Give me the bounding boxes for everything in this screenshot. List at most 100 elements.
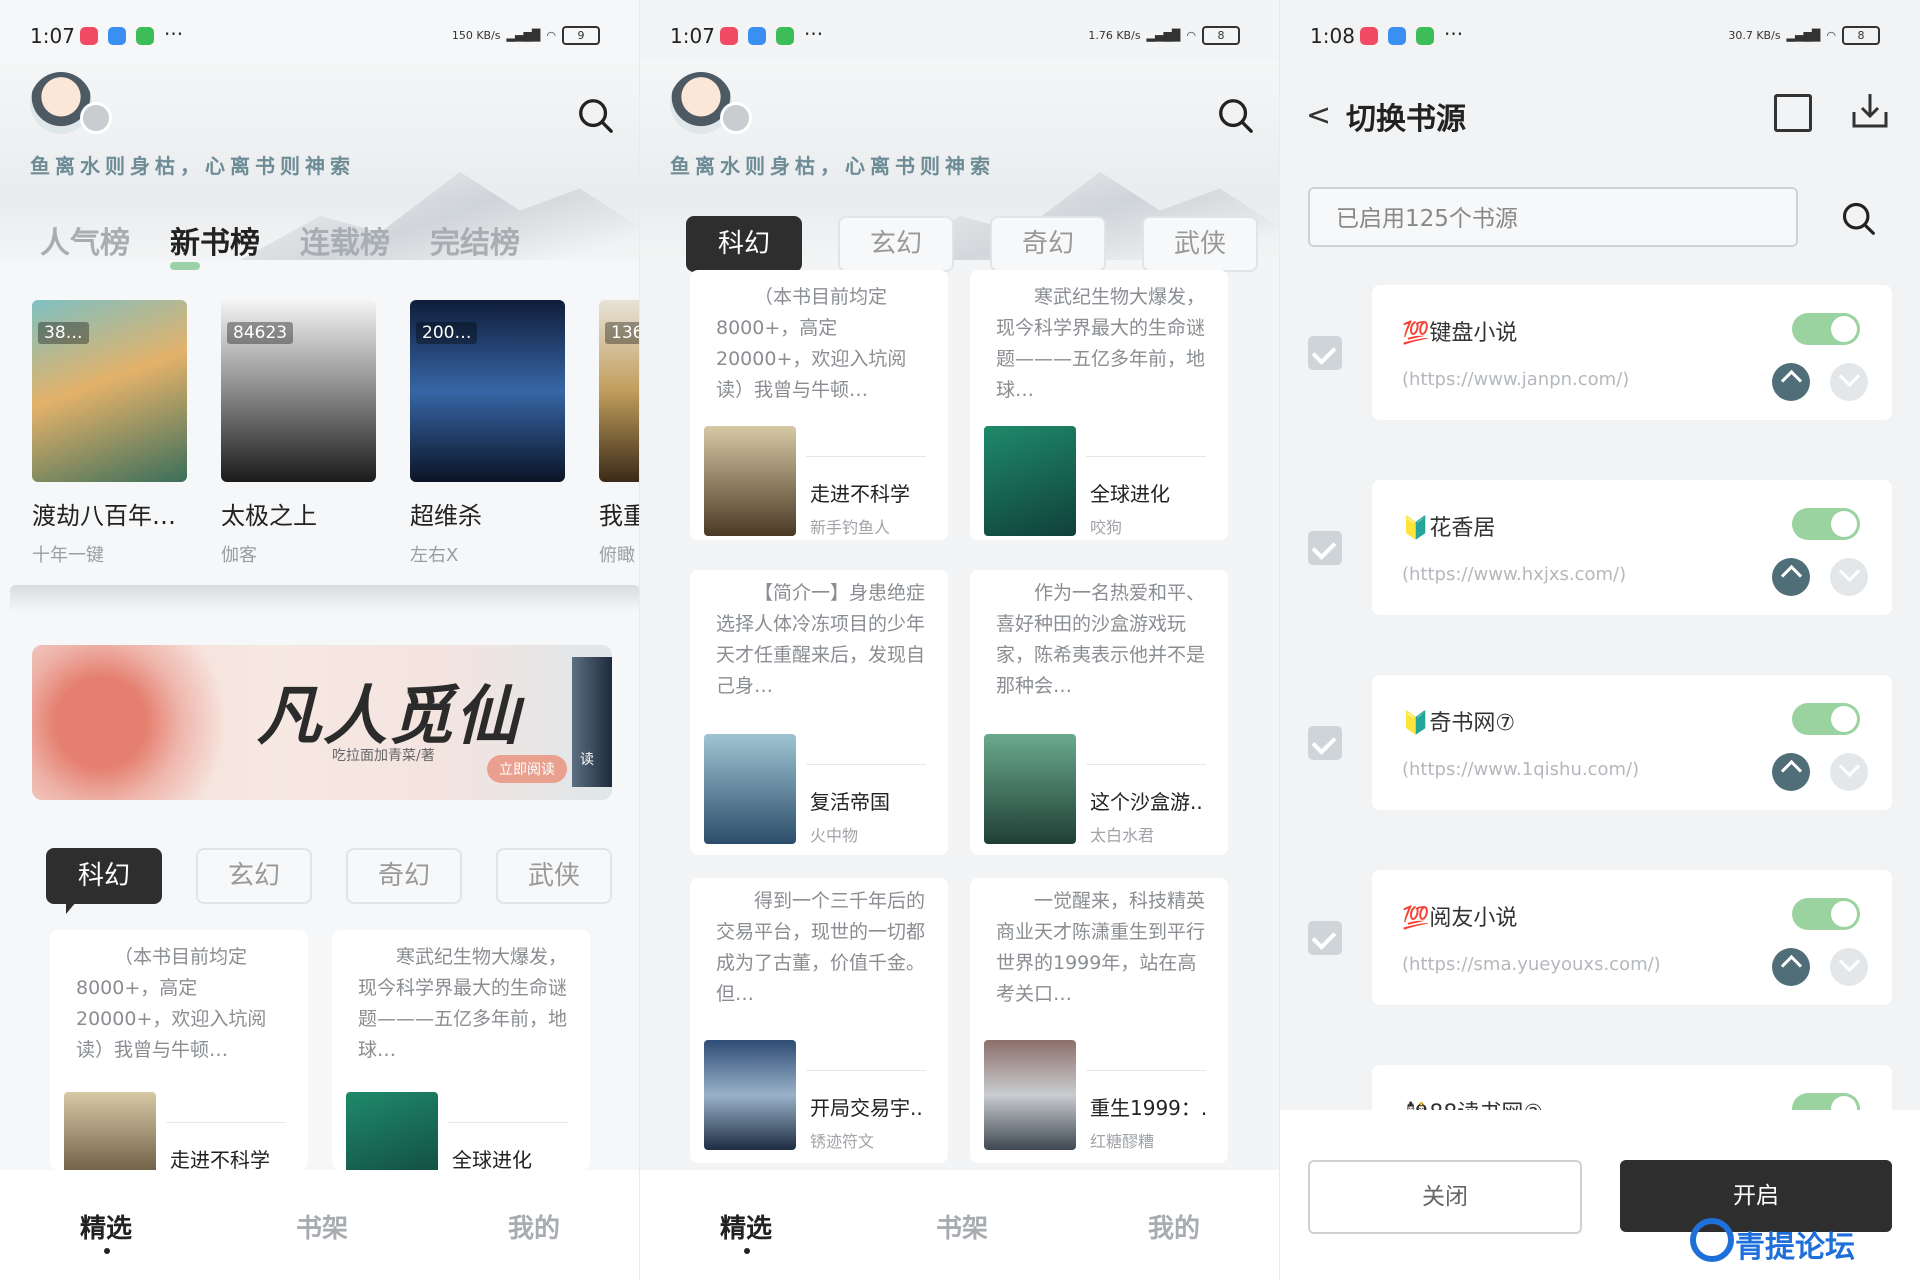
source-toggle[interactable] <box>1792 508 1860 540</box>
bottom-nav: 精选 书架 我的 <box>640 1170 1280 1280</box>
download-icon[interactable] <box>1850 90 1890 130</box>
back-icon[interactable]: < <box>1306 98 1331 133</box>
read-count: 200… <box>416 322 478 344</box>
move-down-icon[interactable] <box>1830 948 1868 986</box>
source-search-input[interactable]: 已启用125个书源 <box>1308 187 1798 247</box>
source-item[interactable]: 🔰花香居 (https://www.hxjxs.com/) <box>1372 480 1892 615</box>
source-toggle[interactable] <box>1792 313 1860 345</box>
source-badge: 💯 <box>1402 321 1430 346</box>
tab-wuxia[interactable]: 武侠 <box>496 848 612 904</box>
nav-bookshelf[interactable]: 书架 <box>296 1208 348 1245</box>
book-intro: 寒武纪生物大爆发，现今科学界最大的生命谜题———五亿多年前，地球… <box>996 286 1206 401</box>
move-up-icon[interactable] <box>1772 753 1810 791</box>
net-speed: 1.76 KB/s <box>1088 29 1141 42</box>
tab-completed[interactable]: 完结榜 <box>430 218 520 262</box>
book-card[interactable]: 一觉醒来，科技精英商业天才陈潇重生到平行世界的1999年，站在高考关口… 重生1… <box>970 878 1228 1163</box>
more-icon: ··· <box>164 22 184 46</box>
source-checkbox[interactable] <box>1308 531 1342 565</box>
search-icon[interactable] <box>576 96 614 134</box>
book-card[interactable]: 寒武纪生物大爆发，现今科学界最大的生命谜题———五亿多年前，地球… 全球进化 咬… <box>970 270 1228 540</box>
close-button[interactable]: 关闭 <box>1308 1160 1582 1234</box>
source-checkbox[interactable] <box>1308 336 1342 370</box>
tab-scifi[interactable]: 科幻 <box>686 216 802 282</box>
source-checkbox[interactable] <box>1308 726 1342 760</box>
book-card[interactable]: 寒武纪生物大爆发，现今科学界最大的生命谜题———五亿多年前，地球… 全球进化 <box>332 930 590 1202</box>
book-card[interactable]: （本书目前均定8000+，高定20000+，欢迎入坑阅读）我曾与牛顿… 走进不科… <box>690 270 948 540</box>
notification-icon <box>720 27 738 45</box>
tab-new-books[interactable]: 新书榜 <box>170 218 260 270</box>
status-bar: 1:08 ··· 30.7 KB/s ▂▄▆█ ◠ 8 <box>1280 0 1920 72</box>
tab-popular[interactable]: 人气榜 <box>40 218 130 262</box>
source-url: (https://www.1qishu.com/) <box>1402 759 1640 780</box>
nav-mine[interactable]: 我的 <box>508 1208 560 1245</box>
banner-edge-text: 读 <box>580 752 594 768</box>
promo-banner[interactable]: 凡人觅仙 吃拉面加青菜/著 立即阅读 读 <box>32 645 612 800</box>
status-right: 30.7 KB/s ▂▄▆█ ◠ 8 <box>1728 26 1880 45</box>
tab-scifi[interactable]: 科幻 <box>46 848 162 914</box>
book-item[interactable]: 38… 渡劫八百年… 十年一键 <box>32 300 187 567</box>
banner-next-slide: 读 <box>572 657 612 787</box>
tab-xuanhuan[interactable]: 玄幻 <box>838 216 954 272</box>
tab-wuxia[interactable]: 武侠 <box>1142 216 1258 272</box>
book-cover <box>984 734 1076 844</box>
move-down-icon[interactable] <box>1830 558 1868 596</box>
book-author: 左右X <box>410 545 459 566</box>
tab-fantasy[interactable]: 奇幻 <box>346 848 462 904</box>
source-name: 🔰花香居 <box>1402 510 1495 542</box>
book-card[interactable]: 【简介一】身患绝症选择人体冷冻项目的少年天才任重醒来后，发现自己身… 复活帝国 … <box>690 570 948 855</box>
slogan: 鱼离水则身枯，心离书则神索 <box>30 154 355 178</box>
notification-icon <box>776 27 794 45</box>
nav-bookshelf[interactable]: 书架 <box>936 1208 988 1245</box>
source-checkbox[interactable] <box>1308 921 1342 955</box>
tab-xuanhuan[interactable]: 玄幻 <box>196 848 312 904</box>
bottom-nav: 精选 书架 我的 <box>0 1170 640 1280</box>
move-up-icon[interactable] <box>1772 558 1810 596</box>
panel-genre-list: 1:07 ··· 1.76 KB/s ▂▄▆█ ◠ 8 鱼离水则身枯，心离书则神… <box>640 0 1280 1280</box>
book-author: 咬狗 <box>1090 518 1123 537</box>
book-item[interactable]: 136 我重 俯瞰 <box>599 300 640 567</box>
watermark-logo-icon <box>1690 1218 1734 1262</box>
tab-serial[interactable]: 连载榜 <box>300 218 390 262</box>
banner-title: 凡人觅仙 <box>257 679 521 754</box>
book-author: 火中物 <box>810 826 859 845</box>
book-title: 走进不科学 <box>810 482 910 506</box>
source-item[interactable]: 🔰奇书网⑦ (https://www.1qishu.com/) <box>1372 675 1892 810</box>
panel-home-featured: 1:07 ··· 150 KB/s ▂▄▆█ ◠ 9 鱼离水则身枯，心离书则神索… <box>0 0 640 1280</box>
banner-author: 吃拉面加青菜/著 <box>332 748 435 764</box>
search-icon[interactable] <box>1840 200 1876 236</box>
book-title: 复活帝国 <box>810 790 890 814</box>
genre-tabs: 科幻 玄幻 奇幻 武侠 <box>686 216 1258 282</box>
source-toggle[interactable] <box>1792 703 1860 735</box>
tab-fantasy[interactable]: 奇幻 <box>990 216 1106 272</box>
move-down-icon[interactable] <box>1830 753 1868 791</box>
move-down-icon[interactable] <box>1830 363 1868 401</box>
book-item[interactable]: 200… 超维杀 左右X <box>410 300 565 567</box>
book-card[interactable]: 作为一名热爱和平、喜好种田的沙盒游戏玩家，陈希夷表示他并不是那种会… 这个沙盒游… <box>970 570 1228 855</box>
source-url: (https://www.janpn.com/) <box>1402 369 1630 390</box>
move-up-icon[interactable] <box>1772 948 1810 986</box>
source-name-text: 奇书网⑦ <box>1429 711 1516 736</box>
select-all-icon[interactable] <box>1774 94 1812 132</box>
book-item[interactable]: 84623 太极之上 伽客 <box>221 300 376 567</box>
book-card[interactable]: 得到一个三千年后的交易平台，现世的一切都成为了古董，价值千金。但… 开局交易宇.… <box>690 878 948 1163</box>
book-cover <box>704 426 796 536</box>
book-title: 这个沙盒游.. <box>1090 790 1203 814</box>
read-count: 136 <box>605 322 640 344</box>
source-item[interactable]: 💯阅友小说 (https://sma.yueyouxs.com/) <box>1372 870 1892 1005</box>
nav-featured[interactable]: 精选 <box>80 1208 132 1245</box>
nav-featured[interactable]: 精选 <box>720 1208 772 1245</box>
search-icon[interactable] <box>1216 96 1254 134</box>
source-item[interactable]: 💯键盘小说 (https://www.janpn.com/) <box>1372 285 1892 420</box>
book-intro: （本书目前均定8000+，高定20000+，欢迎入坑阅读）我曾与牛顿… <box>76 946 267 1061</box>
source-toggle[interactable] <box>1792 898 1860 930</box>
status-bar: 1:07 ··· 150 KB/s ▂▄▆█ ◠ 9 <box>0 0 640 72</box>
source-url: (https://sma.yueyouxs.com/) <box>1402 954 1661 975</box>
net-speed: 30.7 KB/s <box>1728 29 1781 42</box>
banner-read-button[interactable]: 立即阅读 <box>487 755 567 783</box>
panel-switch-source: 1:08 ··· 30.7 KB/s ▂▄▆█ ◠ 8 < 切换书源 已启用12… <box>1280 0 1920 1280</box>
nav-mine[interactable]: 我的 <box>1148 1208 1200 1245</box>
move-up-icon[interactable] <box>1772 363 1810 401</box>
book-card[interactable]: （本书目前均定8000+，高定20000+，欢迎入坑阅读）我曾与牛顿… 走进不科… <box>50 930 308 1202</box>
nav-active-dot <box>104 1248 110 1254</box>
page-title: 切换书源 <box>1346 102 1466 137</box>
